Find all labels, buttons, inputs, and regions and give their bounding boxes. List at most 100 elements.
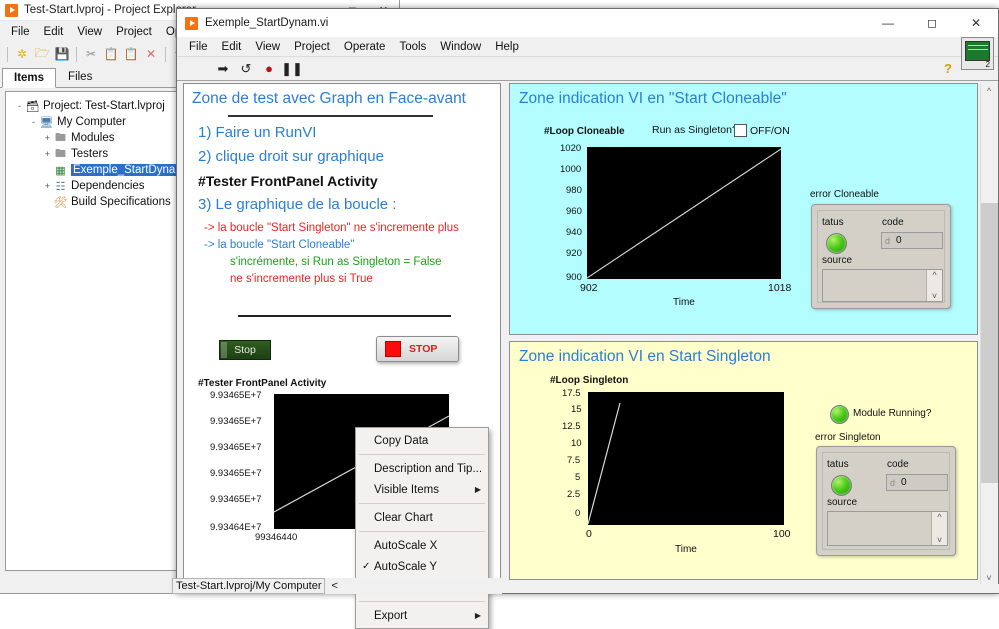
error-source-field[interactable]: ^ ˅ <box>822 269 943 302</box>
error-singleton-cluster[interactable]: tatus code d 0 source ^ ˅ <box>816 446 956 556</box>
context-menu-item-autoscale-x[interactable]: AutoScale X <box>356 535 488 556</box>
cloneable-xtick-min: 902 <box>580 282 598 294</box>
chart-context-menu[interactable]: Copy Data Description and Tip... Visible… <box>355 427 489 629</box>
tree-item-label: Testers <box>71 148 109 160</box>
cloneable-trace <box>587 148 781 279</box>
run-continuously-icon[interactable]: ↺ <box>238 61 254 77</box>
pe-menu-file[interactable]: File <box>4 24 37 40</box>
instruction-line-1: 1) Faire un RunVI <box>198 124 317 141</box>
stop-button[interactable]: STOP <box>376 336 459 362</box>
abort-icon[interactable]: ● <box>261 61 277 77</box>
run-as-singleton-checkbox[interactable] <box>734 124 747 137</box>
error-code-radix: d <box>890 477 896 488</box>
cyan-panel-title: Zone indication VI en "Start Cloneable" <box>519 90 787 107</box>
checkmark-icon: ✓ <box>362 561 371 572</box>
left-panel-title: Zone de test avec Graph en Face-avant <box>192 90 466 107</box>
context-menu-item-visible-items[interactable]: Visible Items ▶ <box>356 479 488 500</box>
expander-icon[interactable]: - <box>14 101 25 112</box>
singleton-ytick-2-5: 2.5 <box>567 489 581 500</box>
scroll-up-icon[interactable]: ^ <box>932 270 936 280</box>
loop-singleton-plot[interactable] <box>588 392 784 525</box>
scroll-down-icon[interactable]: ˅ <box>932 291 937 301</box>
error-source-scrollbar[interactable]: ^ ˅ <box>926 270 942 301</box>
tree-item-label: Modules <box>71 132 115 144</box>
run-as-singleton-label: Run as Singleton? <box>652 124 738 136</box>
cloneable-ytick-1020: 1020 <box>560 143 582 154</box>
vi-icon-pane[interactable]: 2 <box>961 37 994 70</box>
menu-separator <box>359 601 485 602</box>
minimize-icon[interactable]: — <box>866 9 910 37</box>
expander-icon[interactable]: + <box>42 133 53 144</box>
vi-connector-icon <box>965 41 990 61</box>
paste-icon[interactable]: 📋 <box>122 45 140 63</box>
context-menu-item-description-and-tip[interactable]: Description and Tip... <box>356 458 488 479</box>
context-menu-item-autoscale-y[interactable]: ✓ AutoScale Y <box>356 556 488 577</box>
tab-items[interactable]: Items <box>2 68 57 88</box>
singleton-indication-panel: Zone indication VI en Start Singleton #L… <box>509 341 978 580</box>
maximize-icon[interactable]: ◻ <box>910 9 954 37</box>
tree-item-label: Project: Test-Start.lvproj <box>43 100 165 112</box>
module-running-led[interactable] <box>830 405 849 424</box>
context-menu-item-copy-data[interactable]: Copy Data <box>356 430 488 451</box>
vi-menu-window[interactable]: Window <box>433 39 488 55</box>
error-status-label: tatus <box>822 217 844 228</box>
scroll-up-icon[interactable]: ^ <box>937 512 941 522</box>
instruction-line-2: 2) clique droit sur graphique <box>198 148 384 165</box>
expander-icon[interactable]: + <box>42 149 53 160</box>
scroll-down-icon[interactable]: ˅ <box>937 535 942 545</box>
error-code-field[interactable]: d 0 <box>886 474 948 491</box>
close-icon[interactable]: ✕ <box>954 9 998 37</box>
singleton-trace <box>588 402 621 525</box>
vi-menu-project[interactable]: Project <box>287 39 337 55</box>
expander-icon[interactable]: - <box>28 117 39 128</box>
pe-menu-edit[interactable]: Edit <box>37 24 71 40</box>
run-as-singleton-checkbox-label: OFF/ON <box>750 125 790 137</box>
delete-icon[interactable]: ✕ <box>142 45 160 63</box>
open-icon[interactable]: 🗁 <box>33 45 51 63</box>
pe-menu-view[interactable]: View <box>70 24 109 40</box>
new-icon[interactable]: ✲ <box>13 45 31 63</box>
cut-icon[interactable]: ✂ <box>82 45 100 63</box>
stop-boolean-control[interactable]: Stop <box>219 340 271 360</box>
toolbar-divider <box>7 46 8 62</box>
scrollbar-thumb[interactable] <box>981 203 998 483</box>
error-code-value: 0 <box>901 477 907 488</box>
project-explorer-status-extra[interactable]: < <box>331 580 337 592</box>
scroll-up-icon[interactable]: ^ <box>981 83 997 99</box>
vi-menu-operate[interactable]: Operate <box>337 39 393 55</box>
vi-menu-view[interactable]: View <box>248 39 287 55</box>
pause-icon[interactable]: ❚❚ <box>281 61 303 77</box>
error-cloneable-cluster[interactable]: tatus code d 0 source ^ ˅ <box>811 204 951 309</box>
tab-files[interactable]: Files <box>56 67 104 87</box>
vi-menu-tools[interactable]: Tools <box>392 39 433 55</box>
pe-menu-project[interactable]: Project <box>109 24 159 40</box>
help-icon[interactable]: ? <box>944 61 952 76</box>
context-menu-item-clear-chart[interactable]: Clear Chart <box>356 507 488 528</box>
instruction-line-5: -> la boucle "Start Singleton" ne s'incr… <box>204 222 459 234</box>
cloneable-xaxis-title: Time <box>673 297 695 308</box>
loop-singleton-label: #Loop Singleton <box>550 375 629 386</box>
expander-icon <box>42 197 53 208</box>
copy-icon[interactable]: 📋 <box>102 45 120 63</box>
save-icon[interactable]: 💾 <box>53 45 71 63</box>
vi-menu-edit[interactable]: Edit <box>215 39 249 55</box>
context-menu-item-export[interactable]: Export ▶ <box>356 605 488 626</box>
error-source-field[interactable]: ^ ˅ <box>827 511 948 546</box>
front-panel-vertical-scrollbar[interactable]: ^ ˅ <box>980 83 998 586</box>
vi-menu-help[interactable]: Help <box>488 39 526 55</box>
menu-separator <box>359 531 485 532</box>
instruction-line-6: -> la boucle "Start Cloneable" <box>204 239 355 251</box>
vi-menu-file[interactable]: File <box>182 39 215 55</box>
activity-ytick-3: 9.93465E+7 <box>210 468 262 479</box>
loop-cloneable-plot[interactable] <box>587 147 781 279</box>
error-source-scrollbar[interactable]: ^ ˅ <box>931 512 947 545</box>
expander-icon[interactable]: + <box>42 181 53 192</box>
error-status-led[interactable] <box>826 233 847 254</box>
run-icon[interactable]: ➡ <box>215 61 231 77</box>
cloneable-ytick-960: 960 <box>566 206 582 217</box>
error-status-led[interactable] <box>831 475 852 496</box>
error-code-field[interactable]: d 0 <box>881 232 943 249</box>
singleton-ytick-7-5: 7.5 <box>567 455 581 466</box>
cloneable-ytick-980: 980 <box>566 185 582 196</box>
tree-item-label: Build Specifications <box>71 196 171 208</box>
